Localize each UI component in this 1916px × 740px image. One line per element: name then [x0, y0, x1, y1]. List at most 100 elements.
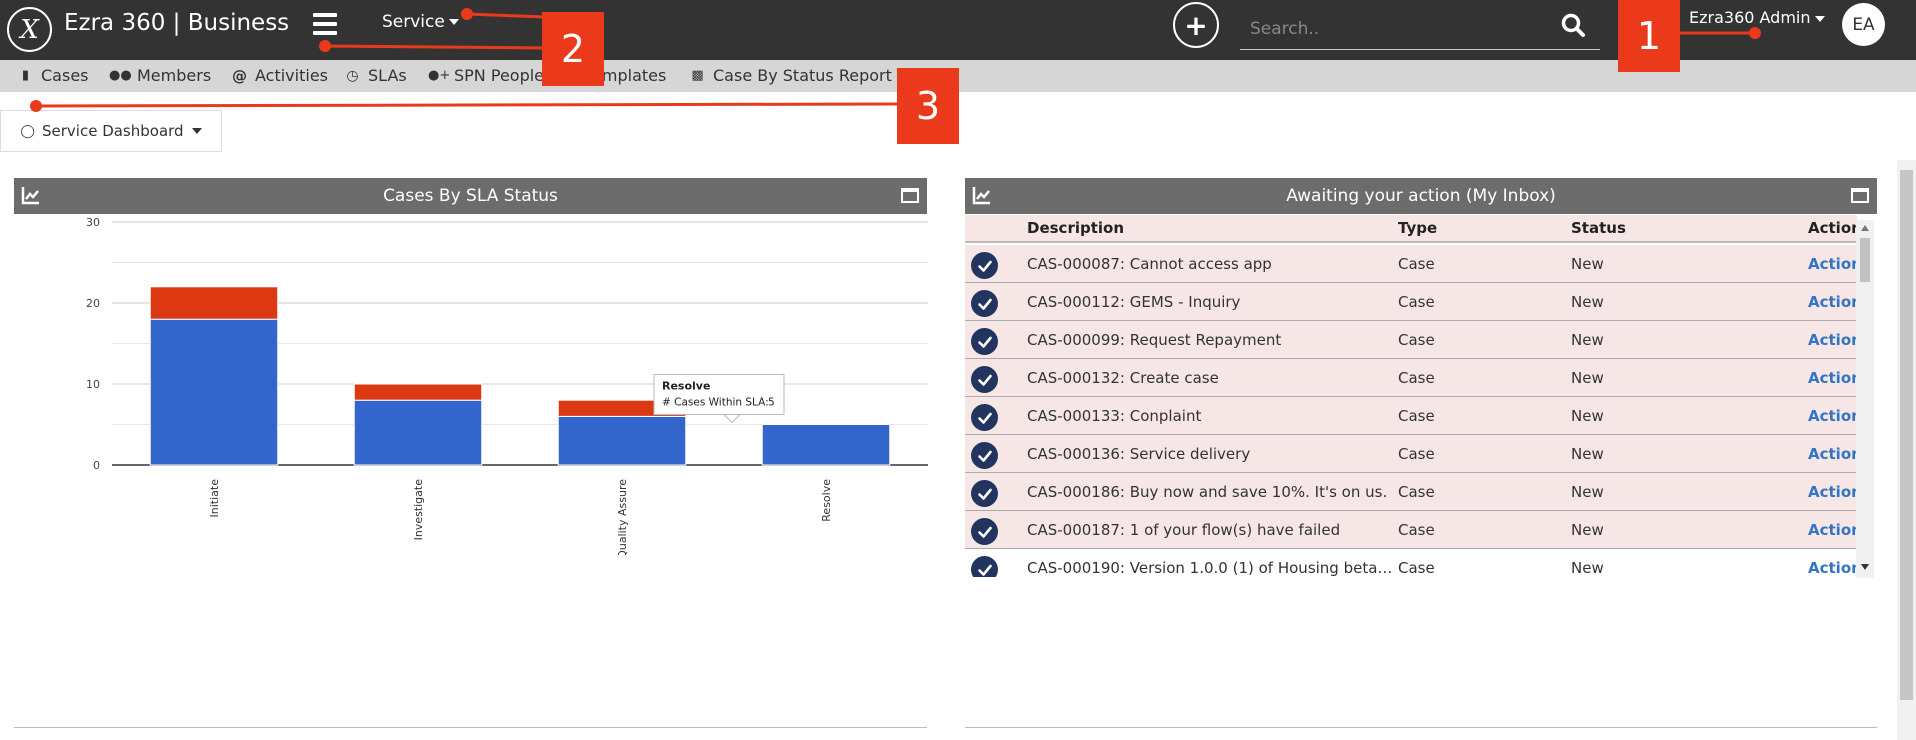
row-action-link[interactable]: Action: [1808, 331, 1857, 349]
row-status: New: [1571, 331, 1604, 349]
users-icon: ●●: [109, 68, 132, 83]
chart-panel-title: Cases By SLA Status: [383, 186, 558, 206]
y-tick-label: 20: [86, 297, 100, 310]
subnav-item-members[interactable]: ●● Members: [109, 66, 211, 85]
chart-tooltip-value: 5: [768, 397, 775, 409]
x-category-label: Initiate: [208, 479, 221, 518]
scrollbar-thumb[interactable]: [1900, 170, 1913, 700]
inbox-panel-title: Awaiting your action (My Inbox): [1286, 186, 1556, 206]
checkmark-icon[interactable]: [971, 328, 998, 355]
table-row[interactable]: CAS-000136: Service delivery Case New Actio…: [965, 435, 1857, 473]
checkmark-icon[interactable]: [971, 442, 998, 469]
row-type: Case: [1398, 483, 1435, 501]
search-input[interactable]: [1250, 16, 1550, 42]
row-status: New: [1571, 293, 1604, 311]
subnav-item-activities[interactable]: @ Activities: [232, 66, 328, 85]
service-module-label: Service: [382, 12, 445, 32]
row-type: Case: [1398, 293, 1435, 311]
chart-panel-bottom-divider: [14, 727, 927, 728]
checkmark-icon[interactable]: [971, 252, 998, 279]
app-logo-icon[interactable]: X: [7, 7, 52, 52]
scroll-up-arrow-icon[interactable]: [1861, 225, 1869, 231]
sla-status-bar-chart: 30 20 10 0 Initiate Investigate Quality Assure…: [86, 216, 928, 555]
column-header-description[interactable]: Description: [1027, 219, 1124, 237]
clock-icon: ◷: [346, 67, 359, 84]
row-type: Case: [1398, 521, 1435, 539]
table-row[interactable]: CAS-000087: Cannot access app Case New Acti…: [965, 245, 1857, 283]
brand-title[interactable]: Ezra 360 | Business: [64, 10, 289, 36]
inbox-panel-bottom-divider: [965, 727, 1877, 728]
subnav-item-slas[interactable]: ◷ SLAs: [345, 66, 407, 85]
user-menu-dropdown[interactable]: Ezra360 Admin: [1689, 8, 1825, 27]
subnav-item-spn-people[interactable]: ●+ SPN People: [428, 66, 544, 85]
row-action-link[interactable]: Action: [1808, 255, 1857, 273]
checkmark-icon[interactable]: [971, 480, 998, 507]
maximize-icon[interactable]: [1851, 188, 1869, 203]
page-scrollbar[interactable]: [1897, 160, 1916, 740]
chevron-down-icon: [191, 128, 202, 134]
row-action-link[interactable]: Action: [1808, 521, 1857, 539]
row-description: CAS-000190: Version 1.0.0 (1) of Housing…: [1027, 559, 1397, 577]
subnav-item-label: Case By Status Report: [713, 66, 892, 85]
checkmark-icon[interactable]: [971, 290, 998, 317]
line-chart-icon: [972, 187, 990, 205]
subnav-item-case-by-status-report[interactable]: ▩ Case By Status Report: [690, 66, 892, 85]
checkmark-icon[interactable]: [971, 518, 998, 545]
checkmark-icon[interactable]: [971, 556, 998, 577]
row-action-link[interactable]: Action: [1808, 483, 1857, 501]
hamburger-menu-icon[interactable]: [313, 13, 337, 35]
x-category-label: Quality Assure: [616, 479, 629, 555]
table-row[interactable]: CAS-000112: GEMS - Inquiry Case New Action: [965, 283, 1857, 321]
chart-tooltip-title: Resolve: [662, 380, 710, 393]
y-tick-label: 0: [93, 459, 100, 472]
table-row[interactable]: CAS-000132: Create case Case New Action: [965, 359, 1857, 397]
bar-investigate-series-1: [353, 383, 483, 401]
y-tick-label: 10: [86, 378, 100, 391]
row-type: Case: [1398, 255, 1435, 273]
row-action-link[interactable]: Action: [1808, 559, 1857, 577]
column-header-action[interactable]: Action: [1808, 219, 1857, 237]
table-row[interactable]: CAS-000190: Version 1.0.0 (1) of Housing…: [965, 549, 1857, 577]
quick-create-button[interactable]: +: [1173, 2, 1219, 48]
table-row[interactable]: CAS-000186: Buy now and save 10%. It's o…: [965, 473, 1857, 511]
row-status: New: [1571, 483, 1604, 501]
row-action-link[interactable]: Action: [1808, 407, 1857, 425]
user-name: Ezra360 Admin: [1689, 8, 1811, 27]
table-row[interactable]: CAS-000099: Request Repayment Case New Acti…: [965, 321, 1857, 359]
at-icon: @: [232, 66, 247, 85]
search-icon[interactable]: [1560, 12, 1586, 38]
bar-initiate-series-0: [149, 318, 279, 466]
inbox-table-header: Description Type Status Action: [965, 215, 1857, 243]
briefcase-icon: ▮: [21, 68, 30, 83]
dashboard-selector-label: Service Dashboard: [41, 122, 184, 140]
annotation-marker-1: 1: [1618, 0, 1680, 72]
row-description: CAS-000132: Create case: [1027, 369, 1219, 387]
column-header-status[interactable]: Status: [1571, 219, 1626, 237]
row-status: New: [1571, 255, 1604, 273]
row-action-link[interactable]: Action: [1808, 369, 1857, 387]
scrollbar-thumb[interactable]: [1860, 238, 1870, 282]
y-tick-label: 30: [86, 216, 100, 229]
row-action-link[interactable]: Action: [1808, 293, 1857, 311]
avatar[interactable]: EA: [1842, 3, 1885, 46]
subnav-item-label: Cases: [41, 66, 89, 85]
checkmark-icon[interactable]: [971, 404, 998, 431]
row-action-link[interactable]: Action: [1808, 445, 1857, 463]
column-header-type[interactable]: Type: [1398, 219, 1437, 237]
maximize-icon[interactable]: [901, 188, 919, 203]
plus-icon: +: [1184, 8, 1208, 42]
inbox-table: Description Type Status Action CAS-00008…: [965, 215, 1857, 577]
bar-quality-assure-series-0: [557, 415, 687, 466]
subnav-item-label: SLAs: [368, 66, 407, 85]
subnav-item-cases[interactable]: ▮ Cases: [18, 66, 89, 85]
scroll-down-arrow-icon[interactable]: [1861, 564, 1869, 570]
logo-glyph: X: [20, 14, 39, 45]
table-row[interactable]: CAS-000133: Conplaint Case New Action: [965, 397, 1857, 435]
table-row[interactable]: CAS-000187: 1 of your flow(s) have faile…: [965, 511, 1857, 549]
dashboard-selector-dropdown[interactable]: ◯ Service Dashboard: [0, 110, 222, 152]
row-description: CAS-000087: Cannot access app: [1027, 255, 1272, 273]
inbox-scrollbar[interactable]: [1856, 220, 1874, 578]
chart-tooltip-label: # Cases Within SLA:: [662, 397, 769, 409]
checkmark-icon[interactable]: [971, 366, 998, 393]
service-module-dropdown[interactable]: Service: [382, 12, 459, 32]
